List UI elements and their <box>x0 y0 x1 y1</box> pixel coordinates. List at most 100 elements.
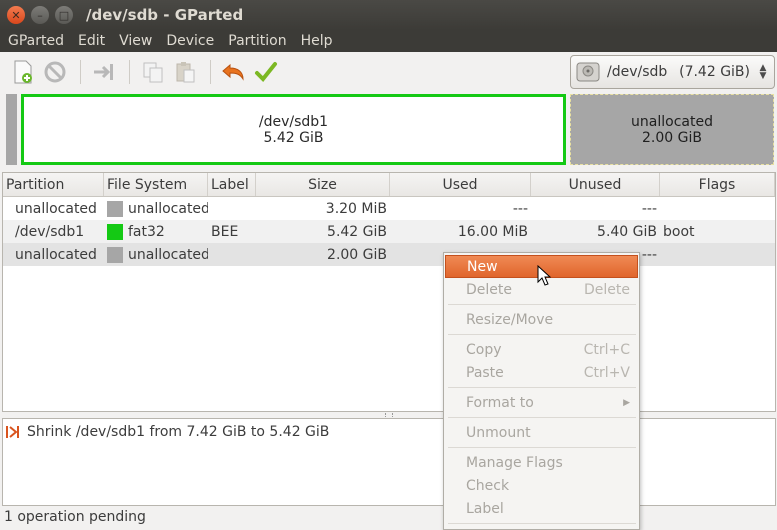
filesystem-color-swatch <box>107 246 123 263</box>
cell-size: 2.00 GiB <box>327 246 387 263</box>
column-header-flags[interactable]: Flags <box>660 173 775 196</box>
cell-flags: boot <box>663 223 695 240</box>
cell-filesystem: unallocated <box>104 243 208 266</box>
table-row[interactable]: /dev/sdb1 fat32 BEE 5.42 GiB 16.00 MiB 5… <box>3 220 775 243</box>
cell-unused: 5.40 GiB <box>597 223 657 240</box>
cell-label <box>208 197 256 220</box>
table-header: Partition File System Label Size Used Un… <box>3 173 775 197</box>
cell-partition: unallocated <box>15 200 97 217</box>
menu-view[interactable]: View <box>112 33 159 49</box>
disk-map-unallocated-size: 2.00 GiB <box>642 129 702 146</box>
menu-partition[interactable]: Partition <box>221 33 293 49</box>
disk-map-unallocated-name: unallocated <box>631 113 713 130</box>
operation-text: Shrink /dev/sdb1 from 7.42 GiB to 5.42 G… <box>27 424 330 440</box>
up-down-arrows-icon: ▲ ▼ <box>759 63 767 81</box>
menu-item-delete-accelerator: Delete <box>584 281 630 298</box>
disk-map: /dev/sdb1 5.42 GiB unallocated 2.00 GiB <box>6 94 774 165</box>
menu-item-paste[interactable]: Paste Ctrl+V <box>445 361 638 384</box>
toolbar-separator <box>129 60 130 84</box>
device-name: /dev/sdb <box>607 64 668 80</box>
cell-filesystem: unallocated <box>104 197 208 220</box>
apply-button[interactable] <box>251 57 281 87</box>
menu-item-label[interactable]: Label <box>445 497 638 520</box>
menu-item-manage-flags[interactable]: Manage Flags <box>445 451 638 474</box>
paste-button[interactable] <box>170 57 200 87</box>
column-header-label[interactable]: Label <box>208 173 256 196</box>
resize-move-button[interactable] <box>89 57 119 87</box>
submenu-arrow-icon: ▶ <box>623 397 630 408</box>
shrink-icon <box>5 424 21 440</box>
copy-button[interactable] <box>138 57 168 87</box>
paste-icon <box>176 62 195 83</box>
menu-help[interactable]: Help <box>294 33 340 49</box>
copy-icon <box>143 62 163 83</box>
undo-icon <box>222 63 244 81</box>
delete-icon <box>44 61 66 83</box>
cell-partition: /dev/sdb1 <box>15 223 85 240</box>
menu-item-delete-label: Delete <box>466 281 512 298</box>
cell-filesystem-text: unallocated <box>128 200 208 217</box>
menu-item-copy-label: Copy <box>466 341 502 358</box>
cell-flags <box>660 197 775 220</box>
menu-item-format-to[interactable]: Format to ▶ <box>445 391 638 414</box>
mouse-pointer-icon <box>537 265 551 286</box>
close-window-button[interactable]: ✕ <box>7 6 25 24</box>
column-header-unused[interactable]: Unused <box>531 173 660 196</box>
disk-map-sdb1-size: 5.42 GiB <box>263 129 324 146</box>
menu-item-unmount[interactable]: Unmount <box>445 421 638 444</box>
cell-used: 16.00 MiB <box>457 223 528 240</box>
maximize-window-button[interactable]: □ <box>55 6 73 24</box>
undo-button[interactable] <box>219 57 249 87</box>
window-title: /dev/sdb - GParted <box>86 6 244 24</box>
menu-item-copy-accelerator: Ctrl+C <box>583 341 630 358</box>
menu-edit[interactable]: Edit <box>71 33 112 49</box>
menu-item-resize-label: Resize/Move <box>466 311 554 328</box>
status-bar: 1 operation pending <box>4 509 146 525</box>
cell-filesystem-text: fat32 <box>128 223 165 240</box>
device-size: (7.42 GiB) <box>679 64 750 80</box>
cell-size: 3.20 MiB <box>325 200 387 217</box>
minimize-window-button[interactable]: – <box>31 6 49 24</box>
cell-size: 5.42 GiB <box>327 223 387 240</box>
column-header-size[interactable]: Size <box>256 173 390 196</box>
disk-map-unallocated-small[interactable] <box>6 94 17 165</box>
cell-filesystem: fat32 <box>104 220 208 243</box>
menu-item-unmount-label: Unmount <box>466 424 531 441</box>
menu-separator <box>448 304 636 305</box>
menu-item-paste-accelerator: Ctrl+V <box>583 364 630 381</box>
cell-unused: --- <box>641 200 657 217</box>
cell-label: BEE <box>211 223 239 240</box>
filesystem-color-swatch <box>107 223 123 240</box>
menu-bar: GParted Edit View Device Partition Help <box>0 30 777 52</box>
menu-item-format-label: Format to <box>466 394 534 411</box>
toolbar-separator <box>80 60 81 84</box>
device-selector[interactable]: /dev/sdb (7.42 GiB) ▲ ▼ <box>570 55 775 89</box>
cell-flags <box>660 243 775 266</box>
harddisk-icon <box>576 62 600 82</box>
menu-separator <box>448 417 636 418</box>
menu-item-label-label: Label <box>466 500 504 517</box>
column-header-filesystem[interactable]: File System <box>104 173 208 196</box>
table-row[interactable]: unallocated unallocated 3.20 MiB --- --- <box>3 197 775 220</box>
cell-used: --- <box>512 200 528 217</box>
menu-item-copy[interactable]: Copy Ctrl+C <box>445 338 638 361</box>
column-header-partition[interactable]: Partition <box>3 173 104 196</box>
new-partition-button[interactable] <box>8 57 38 87</box>
menu-gparted[interactable]: GParted <box>0 33 71 49</box>
disk-map-unallocated[interactable]: unallocated 2.00 GiB <box>570 94 774 165</box>
disk-map-partition-sdb1[interactable]: /dev/sdb1 5.42 GiB <box>21 94 566 165</box>
menu-device[interactable]: Device <box>159 33 221 49</box>
menu-item-paste-label: Paste <box>466 364 504 381</box>
menu-separator <box>448 334 636 335</box>
menu-separator <box>448 387 636 388</box>
menu-item-check[interactable]: Check <box>445 474 638 497</box>
menu-separator <box>448 523 636 524</box>
splitter-grip <box>385 413 393 417</box>
cell-partition: unallocated <box>15 246 97 263</box>
menu-item-resize-move[interactable]: Resize/Move <box>445 308 638 331</box>
delete-partition-button[interactable] <box>40 57 70 87</box>
operation-item[interactable]: Shrink /dev/sdb1 from 7.42 GiB to 5.42 G… <box>3 419 775 445</box>
disk-map-sdb1-name: /dev/sdb1 <box>258 113 329 130</box>
column-header-used[interactable]: Used <box>390 173 531 196</box>
table-row[interactable]: unallocated unallocated 2.00 GiB --- <box>3 243 775 266</box>
